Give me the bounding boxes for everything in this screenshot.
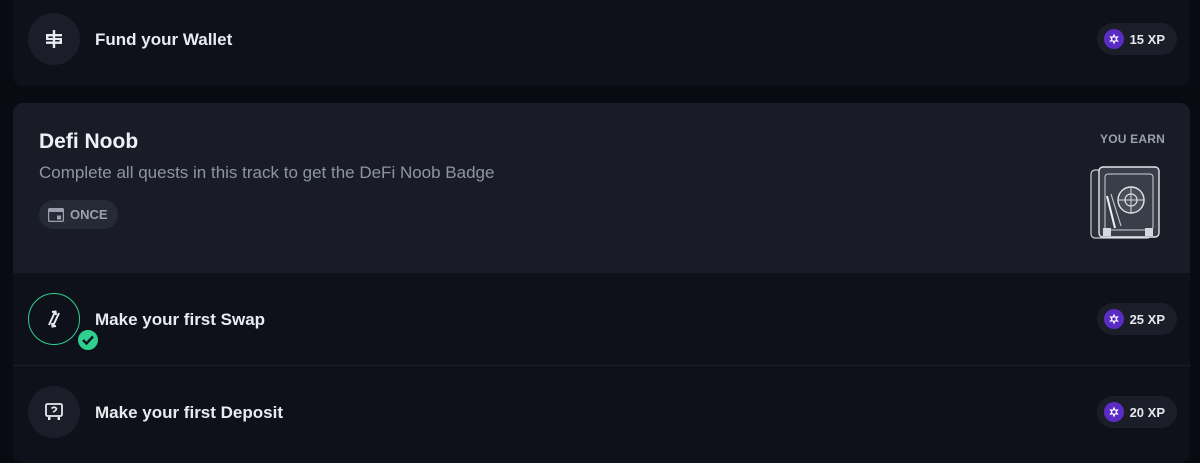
- xp-reward-badge: 25 XP: [1096, 303, 1177, 335]
- you-earn-label: YOU EARN: [1100, 132, 1165, 146]
- track-card-defi-noob: Defi Noob Complete all quests in this tr…: [13, 103, 1190, 463]
- completed-check-icon: [76, 328, 100, 352]
- xp-amount: 25 XP: [1129, 311, 1165, 327]
- calendar-icon: [48, 207, 64, 222]
- track-description: Complete all quests in this track to get…: [39, 163, 495, 182]
- xp-amount: 15 XP: [1129, 31, 1165, 47]
- quest-row-swap[interactable]: Make your first Swap 25 XP: [13, 273, 1190, 365]
- xp-amount: 20 XP: [1129, 404, 1165, 420]
- frequency-label: ONCE: [70, 207, 108, 222]
- frequency-badge: ONCE: [39, 200, 118, 229]
- fund-wallet-card: Fund your Wallet 15 XP: [13, 0, 1190, 86]
- track-title: Defi Noob: [39, 130, 139, 153]
- vault-badge-icon: [1090, 166, 1160, 239]
- track-header: Defi Noob Complete all quests in this tr…: [13, 103, 1190, 273]
- quest-label: Fund your Wallet: [95, 30, 233, 49]
- dollar-icon: [28, 13, 80, 65]
- xp-icon: [1103, 309, 1124, 329]
- xp-icon: [1103, 29, 1124, 49]
- quest-row-deposit[interactable]: Make your first Deposit 20 XP: [13, 366, 1190, 458]
- xp-reward-badge: 20 XP: [1096, 396, 1177, 428]
- xp-reward-badge: 15 XP: [1096, 23, 1177, 55]
- swap-icon: [28, 293, 100, 352]
- quest-label: Make your first Deposit: [95, 403, 283, 422]
- xp-icon: [1103, 402, 1124, 422]
- deposit-icon: [28, 386, 80, 438]
- quest-label: Make your first Swap: [95, 310, 266, 329]
- quest-row-fund-wallet[interactable]: Fund your Wallet 15 XP: [13, 0, 1190, 85]
